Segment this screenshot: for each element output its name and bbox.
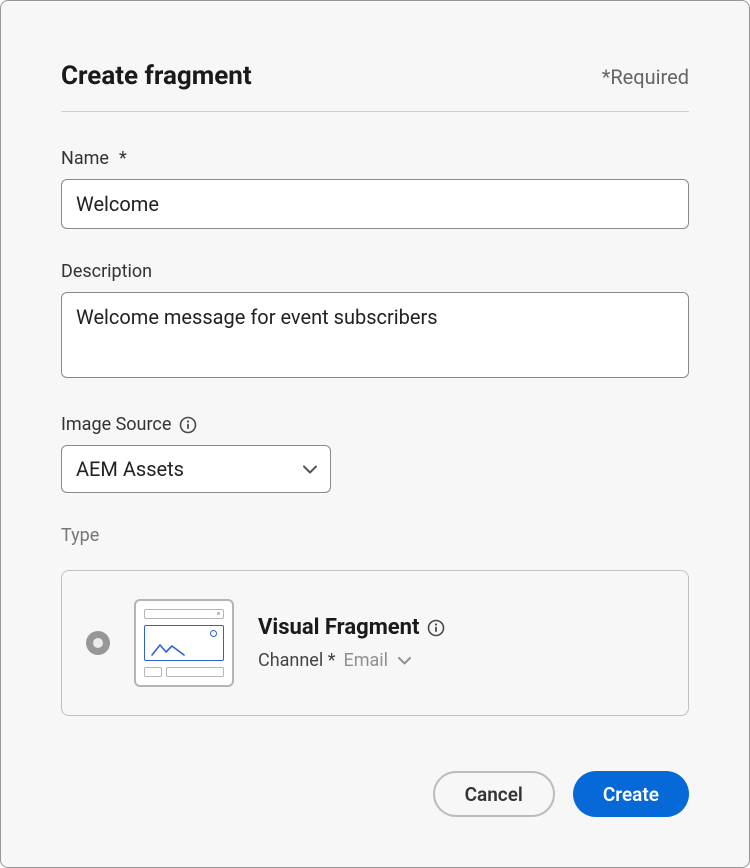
required-asterisk: * bbox=[119, 148, 127, 169]
channel-row: Channel * Email bbox=[258, 650, 664, 671]
image-source-field: Image Source AEM Assets bbox=[61, 414, 689, 493]
chevron-down-icon bbox=[398, 657, 411, 665]
description-label: Description bbox=[61, 261, 689, 282]
name-input[interactable] bbox=[61, 179, 689, 229]
name-label-text: Name bbox=[61, 148, 109, 169]
channel-value-text: Email bbox=[343, 650, 388, 671]
dialog-footer: Cancel Create bbox=[433, 771, 689, 817]
create-button[interactable]: Create bbox=[573, 771, 689, 817]
info-icon[interactable] bbox=[179, 416, 197, 434]
info-icon[interactable] bbox=[427, 619, 445, 637]
dialog-title: Create fragment bbox=[61, 61, 252, 91]
radio-dot bbox=[93, 638, 103, 648]
image-source-label: Image Source bbox=[61, 414, 689, 435]
type-section: Type Visual Fragment bbox=[61, 525, 689, 716]
type-option-title: Visual Fragment bbox=[258, 615, 419, 640]
channel-label: Channel * bbox=[258, 650, 335, 671]
visual-fragment-thumbnail-icon bbox=[134, 599, 234, 687]
create-fragment-dialog: Create fragment *Required Name * Descrip… bbox=[0, 0, 750, 868]
type-option-card[interactable]: Visual Fragment Channel * Email bbox=[61, 570, 689, 716]
name-label: Name * bbox=[61, 148, 689, 169]
type-section-label: Type bbox=[61, 525, 689, 546]
type-option-info: Visual Fragment Channel * Email bbox=[258, 615, 664, 671]
image-source-select[interactable]: AEM Assets bbox=[61, 445, 331, 493]
image-source-select-wrap: AEM Assets bbox=[61, 445, 331, 493]
channel-select[interactable]: Email bbox=[343, 650, 411, 671]
description-label-text: Description bbox=[61, 261, 152, 282]
name-field: Name * bbox=[61, 148, 689, 229]
image-source-label-text: Image Source bbox=[61, 414, 171, 435]
dialog-header: Create fragment *Required bbox=[61, 61, 689, 112]
cancel-button[interactable]: Cancel bbox=[433, 771, 555, 817]
description-field: Description bbox=[61, 261, 689, 382]
type-radio[interactable] bbox=[86, 631, 110, 655]
required-hint: *Required bbox=[602, 65, 689, 89]
description-input[interactable] bbox=[61, 292, 689, 378]
